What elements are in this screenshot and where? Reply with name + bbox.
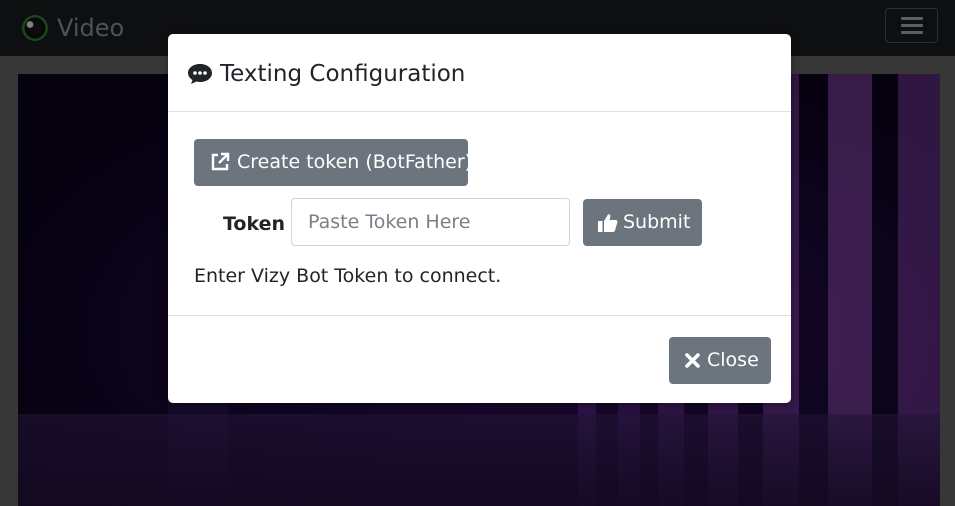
modal-header: Texting Configuration bbox=[168, 34, 791, 112]
close-x-icon bbox=[685, 353, 700, 368]
submit-button[interactable]: Submit bbox=[583, 199, 702, 246]
create-token-label: Create token (BotFather) bbox=[237, 151, 473, 173]
close-label: Close bbox=[707, 349, 759, 371]
thumbs-up-icon bbox=[598, 214, 618, 232]
modal-footer: Close bbox=[168, 315, 791, 403]
chat-bubble-icon bbox=[188, 64, 212, 84]
token-input[interactable] bbox=[291, 198, 570, 246]
create-token-button[interactable]: Create token (BotFather) bbox=[194, 139, 472, 186]
close-button[interactable]: Close bbox=[669, 337, 771, 384]
token-label: Token bbox=[223, 213, 286, 235]
submit-label: Submit bbox=[623, 211, 691, 233]
help-text: Enter Vizy Bot Token to connect. bbox=[194, 265, 502, 287]
texting-configuration-dialog: Texting Configuration Create token (BotF… bbox=[168, 34, 791, 403]
modal-body: Create token (BotFather) Token Submit En… bbox=[168, 112, 791, 316]
external-link-icon bbox=[211, 152, 230, 171]
modal-title: Texting Configuration bbox=[220, 61, 466, 87]
